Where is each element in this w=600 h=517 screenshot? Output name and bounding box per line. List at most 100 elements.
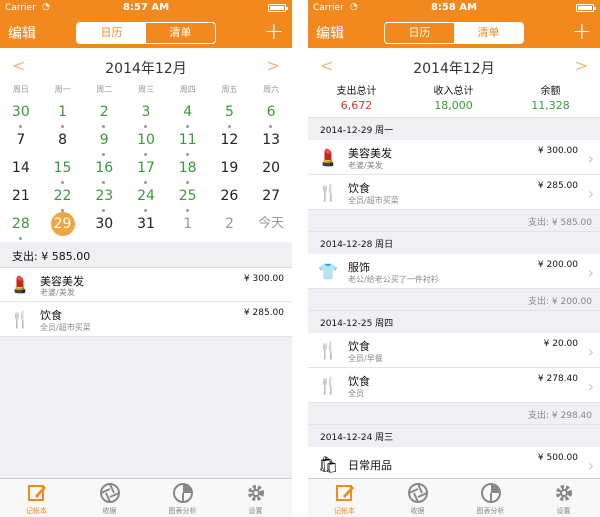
calendar-day-number: 1 — [58, 104, 67, 120]
calendar-day[interactable]: 7 — [0, 128, 42, 156]
calendar-day-number: 12 — [220, 132, 239, 148]
entry-row[interactable]: 👕 服饰 老公/给老公买了一件衬衫 › ¥ 200.00 — [308, 254, 600, 289]
day-summary-text: 支出: ¥ 585.00 — [12, 250, 91, 263]
calendar-day[interactable]: 21 — [0, 184, 42, 212]
tab-pie-chart[interactable]: 图表分析 — [454, 479, 527, 517]
entry-category: 服饰 — [348, 261, 370, 274]
calendar-day[interactable]: 18 — [167, 156, 209, 184]
segment-calendar[interactable]: 日历 — [385, 23, 454, 43]
calendar-day-number: 18 — [178, 160, 197, 176]
notebook-pen-icon — [334, 482, 356, 504]
stage: Carrier ◔ 8:57 AM 编辑 日历 清单 + < 2014年12月 … — [0, 0, 600, 517]
edit-button[interactable]: 编辑 — [8, 23, 36, 43]
entry-row[interactable]: 🛍 日常用品 › ¥ 500.00 — [308, 447, 600, 482]
entry-row[interactable]: 🍴 饮食 全员/超市买菜 › ¥ 285.00 — [308, 175, 600, 210]
calendar-day[interactable]: 22 — [42, 184, 84, 212]
calendar-day[interactable]: 19 — [209, 156, 251, 184]
calendar-day[interactable]: 23 — [83, 184, 125, 212]
entry-row[interactable]: 🍴 饮食 全员/超市买菜 ¥ 285.00 — [0, 302, 292, 337]
add-button[interactable]: + — [572, 16, 592, 46]
calendar-day[interactable]: 13 — [250, 128, 292, 156]
calendar-day[interactable]: 28 — [0, 212, 42, 240]
calendar-day-number: 23 — [95, 188, 114, 204]
day-header-text: 2014-12-28 周日 — [320, 240, 394, 250]
calendar-day[interactable]: 1 — [42, 100, 84, 128]
segment-calendar[interactable]: 日历 — [77, 23, 146, 43]
calendar-day[interactable]: 31 — [125, 212, 167, 240]
calendar-day[interactable]: 2 — [83, 100, 125, 128]
calendar-day-number: 17 — [137, 160, 155, 176]
segment-list[interactable]: 清单 — [454, 23, 523, 43]
calendar-day[interactable]: 2 — [209, 212, 251, 240]
calendar-day[interactable]: 9 — [83, 128, 125, 156]
battery-icon — [576, 4, 596, 12]
calendar-day[interactable]: 1 — [167, 212, 209, 240]
calendar-day[interactable]: 20 — [250, 156, 292, 184]
tab-pie-chart[interactable]: 图表分析 — [146, 479, 219, 517]
tab-label: 图表分析 — [168, 507, 197, 515]
tab-label: 收据 — [102, 507, 117, 515]
status-time: 8:57 AM — [122, 2, 170, 13]
edit-button[interactable]: 编辑 — [316, 23, 344, 43]
next-month-button[interactable]: > — [575, 56, 588, 75]
lipstick-icon: 💄 — [10, 275, 30, 294]
calendar-day[interactable]: 8 — [42, 128, 84, 156]
weekday-label: 周六 — [263, 85, 280, 94]
pie-chart-icon — [172, 482, 194, 504]
calendar-day[interactable]: 今天 — [250, 212, 292, 240]
calendar-day[interactable]: 14 — [0, 156, 42, 184]
tab-notebook-pen[interactable]: 记帐本 — [308, 479, 381, 517]
tab-aperture[interactable]: 收据 — [73, 479, 146, 517]
calendar-day[interactable]: 24 — [125, 184, 167, 212]
segment-list[interactable]: 清单 — [146, 23, 215, 43]
calendar-day-number: 14 — [11, 160, 30, 176]
calendar-day[interactable]: 30 — [0, 100, 42, 128]
total-item: 余额 11,328 — [502, 82, 599, 112]
tab-bar: 记帐本 收据 图表分析 设置 — [0, 478, 292, 517]
calendar-day[interactable]: 16 — [83, 156, 125, 184]
day-summary: 支出: ¥ 585.00 — [0, 242, 292, 268]
tab-gear[interactable]: 设置 — [527, 479, 600, 517]
calendar-day[interactable]: 25 — [167, 184, 209, 212]
lipstick-icon: 💄 — [318, 147, 338, 167]
entry-row[interactable]: 💄 美容美发 老婆/美发 › ¥ 300.00 — [308, 140, 600, 175]
calendar-day-number: 1 — [183, 216, 193, 232]
chevron-right-icon: › — [587, 455, 594, 475]
tab-gear[interactable]: 设置 — [219, 479, 292, 517]
calendar-day[interactable]: 12 — [209, 128, 251, 156]
calendar-day[interactable]: 3 — [125, 100, 167, 128]
calendar-day[interactable]: 6 — [250, 100, 292, 128]
calendar-day[interactable]: 15 — [42, 156, 84, 184]
battery-icon — [268, 4, 288, 12]
calendar-day[interactable]: 29 — [42, 212, 84, 240]
add-button[interactable]: + — [264, 16, 284, 46]
calendar-day[interactable]: 4 — [167, 100, 209, 128]
calendar-day[interactable]: 11 — [167, 128, 209, 156]
entry-row[interactable]: 🍴 饮食 全员 › ¥ 278.40 — [308, 368, 600, 403]
calendar-day[interactable]: 26 — [209, 184, 251, 212]
next-month-button[interactable]: > — [267, 56, 280, 75]
calendar-day-number: 29 — [53, 216, 72, 232]
calendar-day-number: 25 — [178, 188, 197, 204]
day-subtotal-text: 支出: ¥ 585.00 — [528, 218, 592, 228]
chevron-right-icon: › — [587, 148, 594, 168]
calendar-day-number: 11 — [178, 132, 197, 148]
calendar-day[interactable]: 10 — [125, 128, 167, 156]
calendar-day[interactable]: 5 — [209, 100, 251, 128]
calendar-day[interactable]: 30 — [83, 212, 125, 240]
tab-aperture[interactable]: 收据 — [381, 479, 454, 517]
entry-amount: ¥ 20.00 — [543, 339, 578, 349]
entry-row[interactable]: 🍴 饮食 全员/早餐 › ¥ 20.00 — [308, 333, 600, 368]
calendar-day[interactable]: 27 — [250, 184, 292, 212]
total-item: 支出总计 6,672 — [308, 82, 405, 112]
tab-label: 设置 — [556, 507, 571, 515]
month-selector: < 2014年12月 > — [308, 48, 600, 80]
calendar-day-number: 4 — [183, 104, 193, 120]
total-item: 收入总计 18,000 — [405, 82, 502, 112]
tab-notebook-pen[interactable]: 记帐本 — [0, 479, 73, 517]
status-time: 8:58 AM — [430, 2, 478, 13]
day-subtotal: 支出: ¥ 298.40 — [308, 403, 600, 425]
entry-row[interactable]: 💄 美容美发 老婆/美发 ¥ 300.00 — [0, 268, 292, 302]
calendar-day[interactable]: 17 — [125, 156, 167, 184]
tab-label: 收据 — [410, 507, 425, 515]
